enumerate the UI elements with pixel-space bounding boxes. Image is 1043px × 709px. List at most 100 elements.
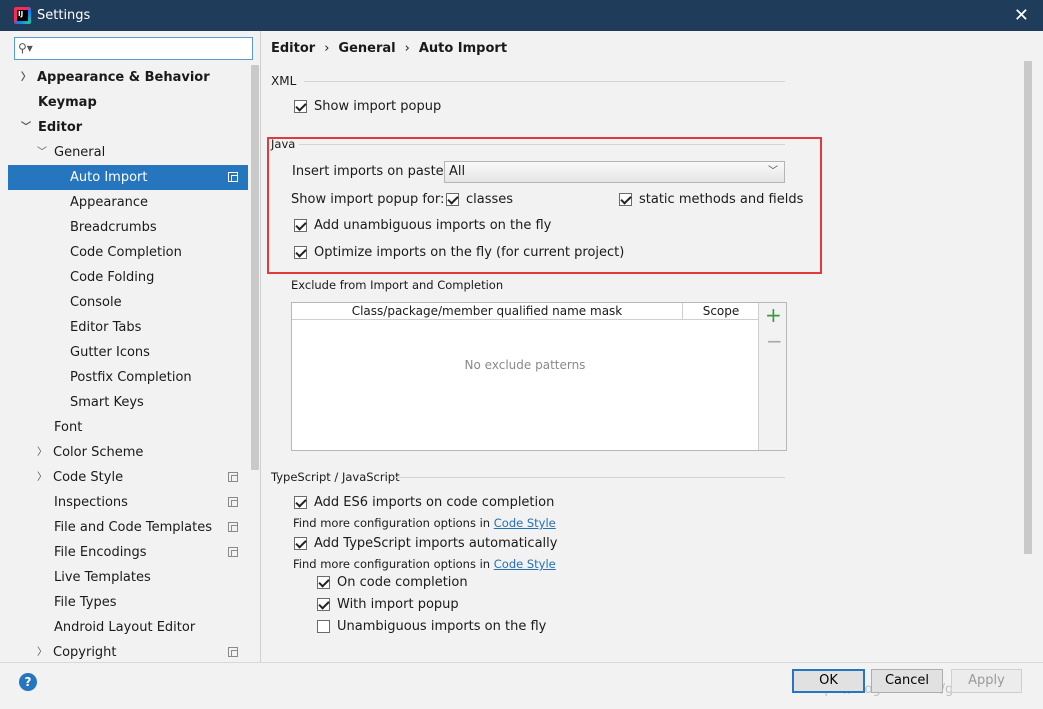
sidebar-scrollbar[interactable] (251, 65, 259, 470)
popup-static-methods-checkbox[interactable]: static methods and fields (619, 191, 803, 209)
checkbox[interactable] (294, 495, 307, 509)
ts-imports-auto-checkbox[interactable]: Add TypeScript imports automatically (294, 535, 557, 553)
checkbox[interactable] (317, 597, 330, 611)
checkbox[interactable] (294, 99, 307, 113)
sidebar-item-file-encodings[interactable]: File Encodings (8, 540, 248, 565)
checkbox-label: Add unambiguous imports on the fly (314, 218, 552, 233)
table-empty-text: No exclude patterns (464, 358, 586, 372)
optimize-imports-checkbox[interactable]: Optimize imports on the fly (for current… (294, 244, 624, 262)
section-divider (304, 81, 785, 82)
code-style-link[interactable]: Code Style (494, 557, 556, 571)
sidebar-item-editor[interactable]: ﹀ Editor (8, 115, 248, 140)
exclude-table[interactable]: Class/package/member qualified name mask… (291, 302, 787, 451)
help-button[interactable]: ? (19, 673, 37, 691)
info-text-prefix: Find more configuration options in (293, 557, 494, 571)
checkbox[interactable] (294, 245, 307, 259)
project-scope-icon (228, 472, 238, 482)
unambiguous-imports-checkbox[interactable]: Unambiguous imports on the fly (317, 618, 546, 636)
sidebar-item-breadcrumbs[interactable]: Breadcrumbs (8, 215, 248, 240)
sidebar-item-label: File and Code Templates (54, 520, 212, 535)
checkbox[interactable] (294, 218, 307, 232)
insert-imports-select[interactable]: All ﹀ (444, 161, 785, 183)
breadcrumb-general[interactable]: General (338, 41, 395, 56)
sidebar-item-appearance[interactable]: Appearance (8, 190, 248, 215)
cancel-button[interactable]: Cancel (871, 669, 943, 693)
sidebar-item-auto-import[interactable]: Auto Import (8, 165, 248, 190)
sidebar-item-label: File Encodings (54, 545, 147, 560)
sidebar-item-font[interactable]: Font (8, 415, 248, 440)
table-header: Class/package/member qualified name mask… (292, 303, 758, 320)
xml-show-import-popup[interactable]: Show import popup (294, 98, 441, 116)
project-scope-icon (228, 647, 238, 657)
sidebar-item-code-folding[interactable]: Code Folding (8, 265, 248, 290)
column-header-mask[interactable]: Class/package/member qualified name mask (292, 303, 683, 319)
chevron-down-icon: ﹀ (768, 166, 778, 177)
window-title: Settings (37, 8, 91, 23)
close-icon[interactable]: ✕ (1014, 5, 1029, 26)
checkbox[interactable] (294, 536, 307, 550)
sidebar-item-appearance-behavior[interactable]: 〉 Appearance & Behavior (8, 65, 248, 90)
java-section-title: Java (271, 137, 296, 151)
content-scrollbar[interactable] (1024, 61, 1032, 554)
sidebar-item-general[interactable]: ﹀ General (8, 140, 248, 165)
sidebar-item-file-types[interactable]: File Types (8, 590, 248, 615)
search-input[interactable] (37, 40, 249, 57)
apply-button[interactable]: Apply (951, 669, 1022, 693)
sidebar-item-gutter-icons[interactable]: Gutter Icons (8, 340, 248, 365)
sidebar-item-label: Keymap (38, 95, 97, 110)
chevron-right-icon[interactable]: 〉 (37, 465, 47, 490)
checkbox[interactable] (619, 192, 632, 206)
sidebar-item-label: Code Style (53, 470, 124, 485)
es6-imports-checkbox[interactable]: Add ES6 imports on code completion (294, 494, 554, 512)
add-unambiguous-checkbox[interactable]: Add unambiguous imports on the fly (294, 217, 551, 235)
sidebar-item-console[interactable]: Console (8, 290, 248, 315)
chevron-down-icon[interactable]: ﹀ (21, 115, 31, 140)
checkbox-label: static methods and fields (639, 192, 804, 207)
insert-imports-label: Insert imports on paste: (292, 164, 449, 179)
sidebar-item-label: Appearance (70, 195, 149, 210)
ok-button[interactable]: OK (792, 669, 865, 693)
checkbox[interactable] (317, 619, 330, 633)
breadcrumb-editor[interactable]: Editor (271, 41, 315, 56)
sidebar-item-file-code-templates[interactable]: File and Code Templates (8, 515, 248, 540)
chevron-right-icon[interactable]: 〉 (37, 640, 47, 662)
settings-search[interactable]: ⚲▾ (14, 37, 253, 60)
remove-icon[interactable]: − (766, 329, 783, 353)
sidebar-item-label: Smart Keys (70, 395, 144, 410)
sidebar-item-label: File Types (54, 595, 117, 610)
with-import-popup-checkbox[interactable]: With import popup (317, 596, 459, 614)
sidebar-item-android-layout-editor[interactable]: Android Layout Editor (8, 615, 248, 640)
sidebar-item-smart-keys[interactable]: Smart Keys (8, 390, 248, 415)
on-code-completion-checkbox[interactable]: On code completion (317, 574, 468, 592)
section-divider (395, 477, 785, 478)
sidebar-item-label: Code Folding (70, 270, 155, 285)
intellij-app-icon: IJ (14, 7, 31, 24)
sidebar-item-inspections[interactable]: Inspections (8, 490, 248, 515)
chevron-right-icon[interactable]: 〉 (21, 65, 31, 90)
checkbox-label: With import popup (337, 597, 459, 612)
sidebar-item-code-completion[interactable]: Code Completion (8, 240, 248, 265)
sidebar-item-live-templates[interactable]: Live Templates (8, 565, 248, 590)
sidebar-item-code-style[interactable]: 〉 Code Style (8, 465, 248, 490)
title-bar: IJ Settings ✕ (0, 0, 1043, 31)
checkbox-label: Unambiguous imports on the fly (337, 619, 547, 634)
sidebar-item-editor-tabs[interactable]: Editor Tabs (8, 315, 248, 340)
sidebar-item-color-scheme[interactable]: 〉 Color Scheme (8, 440, 248, 465)
sidebar-item-label: Font (54, 420, 83, 435)
checkbox[interactable] (317, 575, 330, 589)
popup-classes-checkbox[interactable]: classes (446, 191, 513, 209)
sidebar-item-postfix-completion[interactable]: Postfix Completion (8, 365, 248, 390)
checkbox-label: Add TypeScript imports automatically (314, 536, 558, 551)
sidebar-item-label: Console (70, 295, 122, 310)
chevron-down-icon[interactable]: ﹀ (37, 140, 47, 165)
dialog-footer: ? https://blog.csdn.net/guoliaosen OK Ca… (0, 662, 1043, 709)
sidebar-item-copyright[interactable]: 〉 Copyright (8, 640, 248, 662)
code-style-link[interactable]: Code Style (494, 516, 556, 530)
breadcrumb: Editor › General › Auto Import (271, 41, 507, 56)
sidebar-item-label: Appearance & Behavior (37, 70, 210, 85)
sidebar-item-keymap[interactable]: Keymap (8, 90, 248, 115)
chevron-right-icon[interactable]: 〉 (37, 440, 47, 465)
add-icon[interactable]: + (765, 303, 782, 327)
column-header-scope[interactable]: Scope (684, 303, 758, 319)
checkbox[interactable] (446, 192, 459, 206)
